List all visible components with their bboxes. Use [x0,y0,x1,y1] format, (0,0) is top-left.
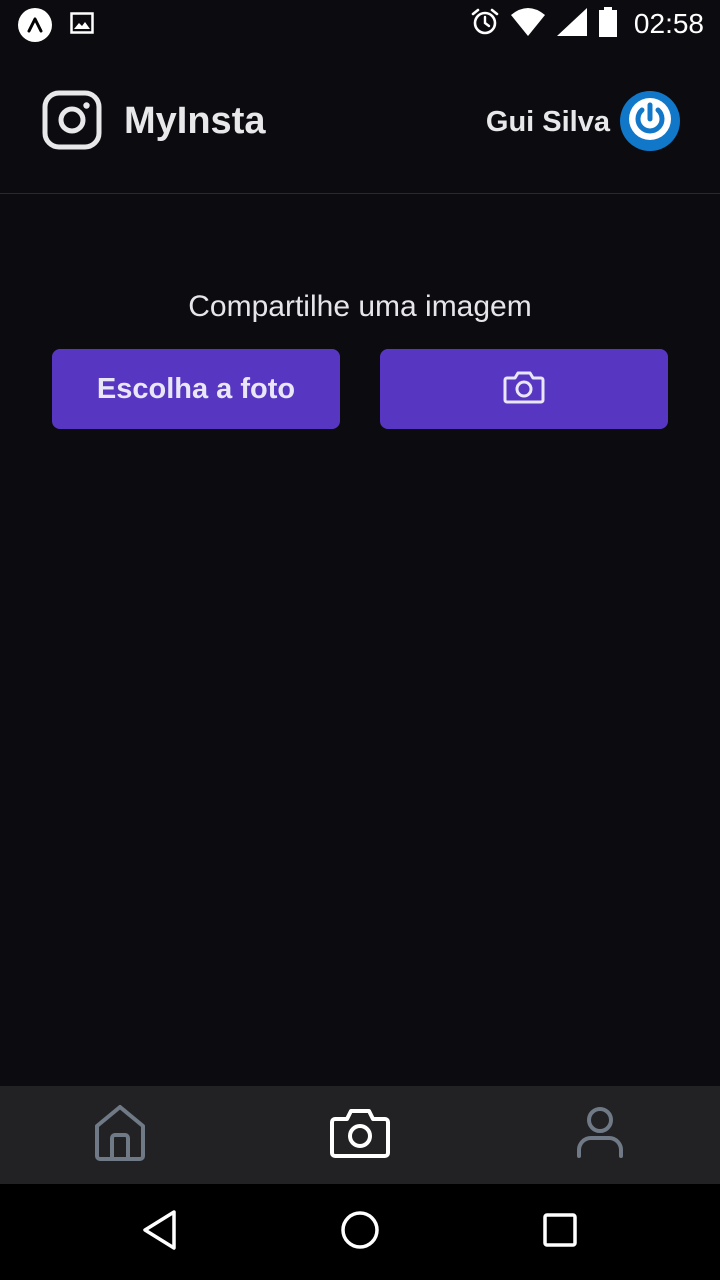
status-right-icons: 02:58 [470,6,704,42]
app-header: MyInsta Gui Silva [0,48,720,194]
wifi-icon [510,7,546,42]
screen: 02:58 MyInsta Gui Silva Compartilhe uma … [0,0,720,1280]
camera-icon [503,370,545,409]
camera-tab-icon [329,1107,391,1164]
user-icon [575,1106,625,1165]
choose-photo-button[interactable]: Escolha a foto [52,349,340,429]
status-bar: 02:58 [0,0,720,48]
home-icon [93,1104,147,1167]
tab-home[interactable] [0,1086,240,1184]
alarm-icon [470,7,500,42]
back-icon [140,1209,180,1256]
share-prompt: Compartilhe uma imagem [188,290,532,323]
back-button[interactable] [130,1202,190,1262]
recents-icon [542,1212,578,1253]
home-button[interactable] [330,1202,390,1262]
user-name: Gui Silva [485,106,610,138]
camera-button[interactable] [380,349,668,429]
tab-camera[interactable] [240,1086,480,1184]
instagram-icon [42,90,102,150]
expo-icon [18,8,52,42]
system-nav-bar [0,1184,720,1280]
status-left-icons [18,8,94,42]
status-time: 02:58 [633,8,704,39]
battery-icon [598,6,618,42]
app-title: MyInsta [124,100,266,142]
image-notification-icon [70,11,94,39]
home-circle-icon [340,1210,380,1255]
logout-button[interactable] [620,91,680,151]
power-icon [628,97,672,146]
signal-icon [556,7,588,42]
choose-photo-label: Escolha a foto [96,372,296,405]
tab-profile[interactable] [480,1086,720,1184]
recents-button[interactable] [530,1202,590,1262]
tab-bar [0,1086,720,1184]
